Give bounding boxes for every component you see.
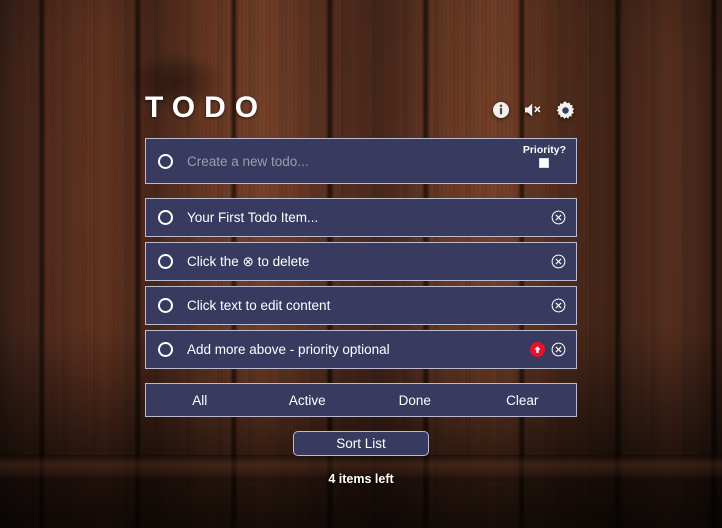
info-icon[interactable]	[491, 100, 511, 120]
sort-list-button[interactable]: Sort List	[293, 431, 429, 456]
priority-badge[interactable]	[530, 342, 545, 357]
todo-list: Your First Todo Item... Click the ⊗ to d…	[145, 198, 577, 369]
todo-item-label[interactable]: Your First Todo Item...	[187, 211, 550, 225]
priority-checkbox[interactable]	[539, 157, 550, 168]
todo-item-label[interactable]: Click the ⊗ to delete	[187, 255, 550, 269]
todo-toggle-circle[interactable]	[158, 342, 173, 357]
todo-item-label[interactable]: Click text to edit content	[187, 299, 550, 313]
filter-active[interactable]: Active	[254, 393, 362, 408]
delete-icon[interactable]	[550, 298, 566, 314]
table-row: Click text to edit content	[145, 286, 577, 325]
todo-app: TODO Create a new todo... Priority? Your…	[145, 86, 577, 486]
delete-icon[interactable]	[550, 342, 566, 358]
delete-icon[interactable]	[550, 254, 566, 270]
filter-done[interactable]: Done	[361, 393, 469, 408]
todo-row-actions	[550, 210, 566, 226]
header-icon-group	[491, 100, 575, 120]
new-todo-row: Priority?	[145, 138, 577, 184]
table-row: Click the ⊗ to delete	[145, 242, 577, 281]
priority-label: Priority?	[522, 144, 566, 156]
new-todo-input[interactable]	[187, 153, 566, 169]
table-row: Your First Todo Item...	[145, 198, 577, 237]
filter-bar: All Active Done Clear	[145, 383, 577, 417]
app-header: TODO	[145, 86, 577, 130]
sort-row: Sort List	[145, 431, 577, 456]
mute-icon[interactable]	[523, 100, 543, 120]
items-left-status: 4 items left	[328, 472, 394, 486]
filter-clear[interactable]: Clear	[469, 393, 577, 408]
todo-row-actions	[550, 254, 566, 270]
new-todo-priority: Priority?	[523, 145, 566, 168]
todo-row-actions	[530, 342, 566, 358]
filter-all[interactable]: All	[146, 393, 254, 408]
todo-item-label[interactable]: Add more above - priority optional	[187, 343, 530, 357]
todo-toggle-circle[interactable]	[158, 254, 173, 269]
toggle-all-circle[interactable]	[158, 153, 173, 169]
gear-icon[interactable]	[555, 100, 575, 120]
todo-toggle-circle[interactable]	[158, 210, 173, 225]
table-row: Add more above - priority optional	[145, 330, 577, 369]
todo-toggle-circle[interactable]	[158, 298, 173, 313]
page-title: TODO	[145, 91, 268, 124]
todo-row-actions	[550, 298, 566, 314]
delete-icon[interactable]	[550, 210, 566, 226]
